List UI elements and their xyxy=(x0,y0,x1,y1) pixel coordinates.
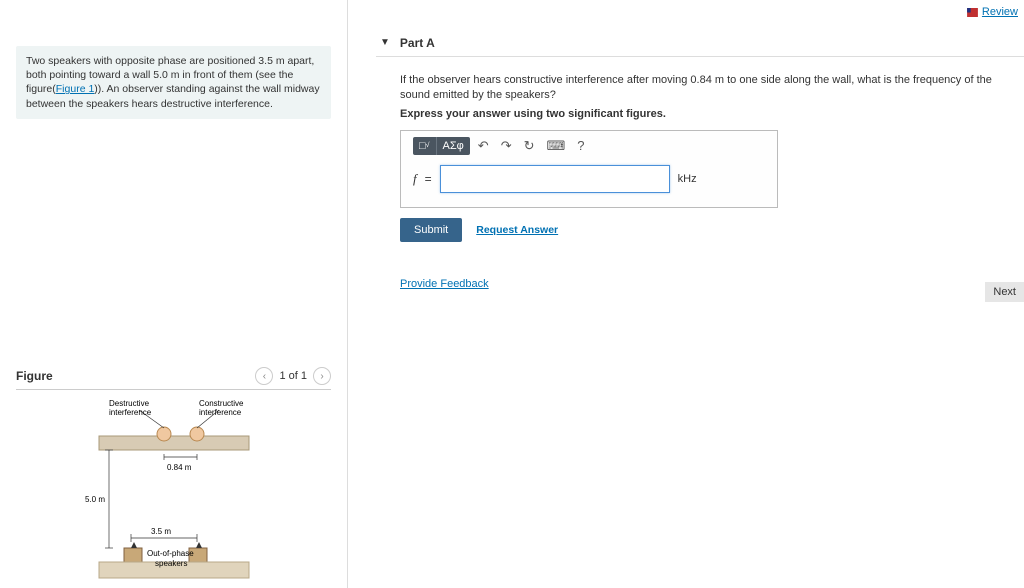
svg-text:Out-of-phase: Out-of-phase xyxy=(147,549,194,558)
submit-button[interactable]: Submit xyxy=(400,218,462,242)
svg-text:speakers: speakers xyxy=(155,559,187,568)
reset-icon[interactable]: ↻ xyxy=(520,138,539,154)
flag-icon xyxy=(967,8,978,17)
tool-symbols-icon[interactable]: ΑΣφ xyxy=(437,137,470,155)
left-panel: Two speakers with opposite phase are pos… xyxy=(0,0,348,588)
figure-title: Figure xyxy=(16,369,53,383)
figure-panel: Figure ‹ 1 of 1 › Destructive xyxy=(16,367,331,588)
variable-label: f xyxy=(413,171,417,187)
figure-nav: ‹ 1 of 1 › xyxy=(255,367,331,385)
figure-image: Destructive interference Constructive in… xyxy=(16,398,331,588)
svg-text:Destructive: Destructive xyxy=(109,399,150,408)
collapse-caret-icon: ▼ xyxy=(380,37,390,48)
svg-text:5.0 m: 5.0 m xyxy=(85,495,105,504)
question-instruction: Express your answer using two significan… xyxy=(400,108,1014,120)
undo-icon[interactable]: ↶ xyxy=(474,138,493,154)
right-panel: Review ▼ Part A If the observer hears co… xyxy=(348,0,1024,588)
request-answer-link[interactable]: Request Answer xyxy=(476,224,558,236)
figure-next-button[interactable]: › xyxy=(313,367,331,385)
answer-box: □√ ΑΣφ ↶ ↷ ↻ ⌨ ? f = kHz xyxy=(400,130,778,208)
unit-label: kHz xyxy=(678,173,697,185)
answer-input[interactable] xyxy=(440,165,670,193)
svg-text:0.84 m: 0.84 m xyxy=(167,463,192,472)
part-a-header[interactable]: ▼ Part A xyxy=(376,26,1024,57)
figure-counter: 1 of 1 xyxy=(279,370,307,382)
question-body: If the observer hears constructive inter… xyxy=(376,57,1024,290)
figure-header: Figure ‹ 1 of 1 › xyxy=(16,367,331,390)
answer-toolbar: □√ ΑΣφ ↶ ↷ ↻ ⌨ ? xyxy=(409,137,769,155)
review-link[interactable]: Review xyxy=(967,6,1018,18)
tool-template-icon[interactable]: □√ xyxy=(413,137,437,155)
figure-link[interactable]: Figure 1 xyxy=(56,83,95,95)
svg-text:interference: interference xyxy=(109,408,152,417)
question-text: If the observer hears constructive inter… xyxy=(400,73,1014,104)
svg-text:Constructive: Constructive xyxy=(199,399,244,408)
svg-text:interference: interference xyxy=(199,408,242,417)
keyboard-icon[interactable]: ⌨ xyxy=(543,138,570,154)
figure-prev-button[interactable]: ‹ xyxy=(255,367,273,385)
provide-feedback-link[interactable]: Provide Feedback xyxy=(400,278,489,290)
svg-text:3.5 m: 3.5 m xyxy=(151,527,171,536)
problem-statement: Two speakers with opposite phase are pos… xyxy=(16,46,331,119)
equals-sign: = xyxy=(425,172,432,186)
part-a-label: Part A xyxy=(400,36,435,50)
redo-icon[interactable]: ↷ xyxy=(497,138,516,154)
next-button[interactable]: Next xyxy=(985,282,1024,302)
help-icon[interactable]: ? xyxy=(573,138,588,153)
